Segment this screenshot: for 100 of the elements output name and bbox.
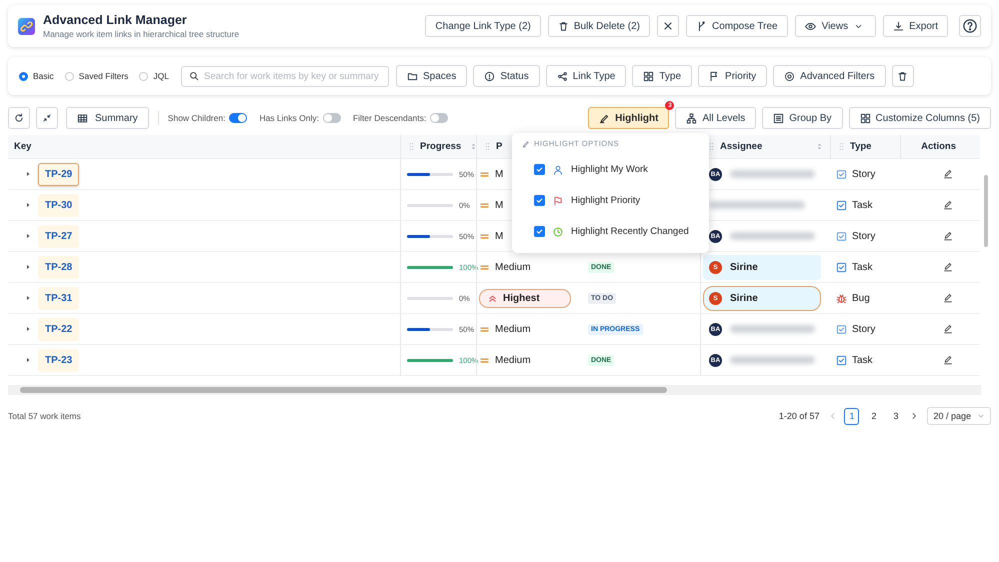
all-levels-button[interactable]: All Levels	[675, 107, 756, 129]
change-link-type-button[interactable]: Change Link Type (2)	[425, 15, 541, 37]
trash-icon	[558, 20, 569, 32]
edit-icon[interactable]	[943, 324, 953, 334]
help-button[interactable]	[959, 15, 981, 37]
bulk-delete-button[interactable]: Bulk Delete (2)	[548, 15, 650, 37]
expand-icon[interactable]	[24, 170, 32, 178]
issue-type: Story	[852, 168, 876, 180]
refresh-icon	[14, 113, 24, 123]
page-number[interactable]: 3	[888, 408, 904, 424]
issue-key-link[interactable]: TP-22	[38, 318, 80, 340]
option-label[interactable]: Highlight Priority	[571, 195, 640, 206]
filter-mode-radio[interactable]: JQL	[139, 71, 169, 81]
priority-label: Medium	[479, 324, 531, 334]
hierarchy-icon	[686, 112, 698, 124]
logo-icon	[18, 18, 35, 34]
spaces-button[interactable]: Spaces	[396, 65, 468, 87]
search-icon	[189, 71, 199, 81]
radio-circle[interactable]	[64, 72, 74, 80]
type-button[interactable]: Type	[632, 65, 692, 87]
edit-icon[interactable]	[943, 231, 953, 241]
edit-icon[interactable]	[943, 200, 953, 210]
issue-key-link[interactable]: TP-30	[38, 194, 80, 216]
column-header: Progress	[420, 141, 462, 152]
refresh-button[interactable]	[8, 107, 30, 129]
page-size-select[interactable]: 20 / page	[927, 407, 991, 425]
page-range: 1-20 of 57	[778, 411, 820, 421]
expand-icon[interactable]	[24, 294, 32, 302]
expand-icon[interactable]	[24, 356, 32, 364]
highest-priority-icon	[487, 292, 498, 304]
checkbox[interactable]	[534, 164, 545, 175]
link-type-button[interactable]: Link Type	[546, 65, 626, 87]
horizontal-scrollbar[interactable]	[8, 385, 981, 395]
collapse-button[interactable]	[36, 107, 58, 129]
check-icon	[535, 196, 544, 205]
clock-icon	[553, 226, 563, 236]
toggle-switch[interactable]	[229, 113, 248, 123]
issue-key-link[interactable]: TP-23	[38, 348, 80, 372]
priority-label: M	[479, 200, 504, 210]
issue-type: Task	[852, 354, 873, 366]
priority-label: M	[479, 168, 504, 180]
advanced-filters-button[interactable]: Advanced Filters	[773, 65, 886, 87]
check-icon	[535, 227, 544, 236]
expand-icon[interactable]	[24, 201, 32, 209]
bug-icon	[836, 292, 847, 304]
toggle-switch[interactable]	[430, 113, 448, 123]
issue-key-link[interactable]: TP-31	[38, 286, 80, 310]
search-field[interactable]: Search for work items by key or summary	[181, 66, 389, 86]
status-button[interactable]: Status	[473, 65, 540, 87]
priority-button[interactable]: Priority	[698, 65, 768, 87]
branch-icon	[696, 20, 707, 32]
task-icon	[836, 200, 847, 210]
help-icon	[963, 19, 977, 33]
page-number[interactable]: 2	[866, 408, 882, 424]
checkbox[interactable]	[534, 195, 545, 206]
option-label[interactable]: Highlight Recently Changed	[571, 226, 689, 237]
edit-icon[interactable]	[943, 169, 953, 179]
story-icon	[836, 168, 847, 180]
highlighter-icon	[599, 112, 610, 124]
radio-circle[interactable]	[139, 72, 148, 80]
edit-icon[interactable]	[943, 262, 953, 272]
summary-button[interactable]: Summary	[66, 107, 149, 129]
export-button[interactable]: Export	[883, 15, 948, 37]
clear-filters-button[interactable]	[892, 65, 914, 87]
expand-icon[interactable]	[24, 263, 32, 271]
share-icon	[556, 70, 568, 82]
views-dropdown[interactable]: Views	[794, 15, 876, 37]
story-icon	[836, 230, 847, 242]
expand-icon[interactable]	[24, 232, 32, 240]
issue-key-link[interactable]: TP-28	[38, 256, 80, 278]
issue-key-link[interactable]: TP-27	[38, 224, 80, 248]
download-icon	[893, 20, 904, 32]
column-header: Type	[850, 141, 872, 152]
task-icon	[836, 262, 847, 272]
toggle-label: Show Children:	[168, 113, 226, 123]
priority-pill: Highest	[479, 288, 571, 308]
column-header: Assignee	[720, 141, 762, 152]
edit-icon[interactable]	[943, 293, 953, 303]
highlight-button[interactable]: Highlight	[588, 107, 670, 129]
expand-icon[interactable]	[24, 325, 32, 333]
story-icon	[836, 324, 847, 334]
option-label[interactable]: Highlight My Work	[571, 164, 648, 175]
assignee-name: Sirine	[730, 262, 758, 272]
compose-tree-button[interactable]: Compose Tree	[686, 15, 788, 37]
checkbox[interactable]	[534, 226, 545, 237]
group-by-button[interactable]: Group By	[762, 107, 843, 129]
toggle-label: Has Links Only:	[259, 113, 319, 123]
collapse-icon	[42, 113, 52, 123]
close-button[interactable]	[657, 15, 679, 37]
toggle-switch[interactable]	[322, 113, 341, 123]
issue-key-link[interactable]: TP-29	[38, 162, 80, 186]
chevron-right-icon[interactable]	[910, 412, 918, 420]
edit-icon[interactable]	[943, 355, 953, 365]
customize-columns-button[interactable]: Customize Columns (5)	[848, 107, 991, 129]
priority-label: M	[479, 230, 504, 242]
filter-mode-radio[interactable]: Basic	[19, 71, 54, 81]
status-icon	[484, 70, 496, 82]
filter-mode-radio[interactable]: Saved Filters	[64, 71, 128, 81]
radio-circle[interactable]	[19, 72, 28, 80]
page-number[interactable]: 1	[844, 408, 860, 424]
